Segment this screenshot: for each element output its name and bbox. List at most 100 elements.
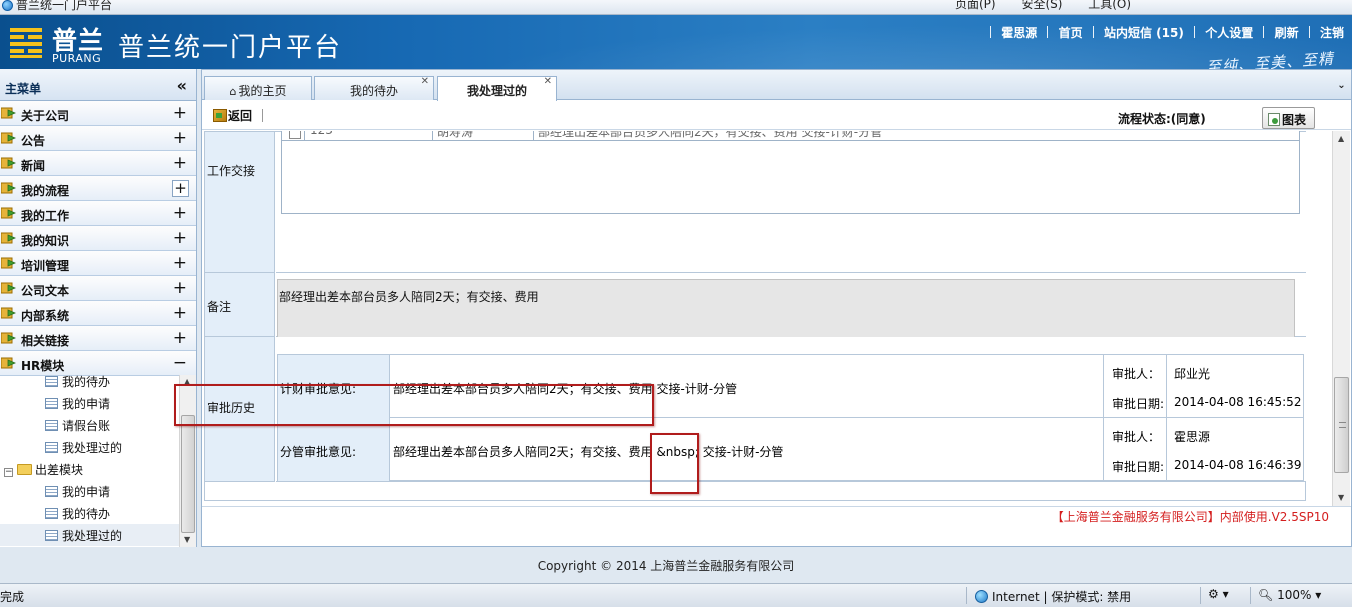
expand-icon[interactable]: + — [173, 327, 187, 349]
content-scrollbar[interactable]: ▲ ▼ — [1332, 131, 1350, 506]
expand-icon[interactable]: + — [173, 277, 187, 299]
tab-overflow-chevron-icon[interactable]: ⌄ — [1335, 79, 1348, 92]
logout-link[interactable]: 注销 — [1320, 26, 1344, 40]
tree-item[interactable]: 我的待办 — [0, 375, 179, 392]
sidebar-item[interactable]: 公告 + — [0, 126, 196, 151]
tree-item-label: 我处理过的 — [62, 441, 123, 455]
tab-my-todo[interactable]: 我的待办 ✕ — [314, 76, 434, 100]
scroll-down-icon[interactable]: ▼ — [1338, 493, 1344, 502]
history-label: 分管审批意见: — [280, 445, 357, 459]
double-chevron-left-icon[interactable]: « — [177, 76, 187, 95]
sidebar-item[interactable]: 公司文本 + — [0, 276, 196, 301]
list-doc-icon — [45, 486, 58, 497]
history-opinion: 部经理出差本部台员多人陪同2天；有交接、费用 &nbsp; 交接-计财-分管 — [393, 445, 784, 459]
messages-link[interactable]: 站内短信 (15) — [1104, 26, 1184, 40]
collapse-icon[interactable]: − — [4, 468, 13, 477]
tree-scroll-thumb[interactable] — [181, 415, 195, 533]
tree-item[interactable]: 我处理过的 — [0, 524, 179, 546]
tree-item-label: 我的待办 — [62, 507, 111, 521]
scroll-up-icon[interactable]: ▲ — [1338, 134, 1344, 143]
sidebar-menu: 关于公司 + 公告 + 新闻 + 我的流程 + 我的工作 + 我的知识 + 培训管理 + 公司文本 + 内部系统… — [0, 101, 196, 376]
settings-link[interactable]: 个人设置 — [1205, 26, 1253, 40]
status-text: 完成 — [0, 590, 25, 604]
globe-icon — [975, 590, 988, 603]
scroll-down-icon[interactable]: ▼ — [184, 535, 190, 544]
browser-menu-tools[interactable]: 工具(O) — [1088, 0, 1131, 11]
sidebar-item-label: 我的工作 — [21, 209, 70, 223]
sidebar-item[interactable]: 我的工作 + — [0, 201, 196, 226]
company-logo-icon — [10, 28, 42, 58]
expand-icon[interactable]: + — [173, 127, 187, 149]
sidebar-item[interactable]: HR模块 − — [0, 351, 196, 376]
list-doc-icon — [45, 508, 58, 519]
handover-list: 123 胡寿涛 部经理出差本部台员多人陪同2天，有交接、费用 交接-计财-分管 — [281, 131, 1300, 214]
home-link[interactable]: 首页 — [1059, 26, 1083, 40]
approver-name: 霍思源 — [1174, 430, 1211, 444]
tree-item-label: 我的待办 — [62, 375, 111, 389]
sidebar: 主菜单 « 关于公司 + 公告 + 新闻 + 我的流程 + 我的工作 + 我的知识 + 培训管理 + 公司文… — [0, 69, 197, 547]
protected-mode-icon[interactable]: ⚙ ▾ — [1208, 587, 1229, 601]
sidebar-item-label: 我的流程 — [21, 184, 70, 198]
refresh-link[interactable]: 刷新 — [1275, 26, 1299, 40]
close-icon[interactable]: ✕ — [421, 76, 429, 87]
sidebar-item[interactable]: 培训管理 + — [0, 251, 196, 276]
browser-menu-page[interactable]: 页面(P) — [955, 0, 996, 11]
zoom-control[interactable]: 🔍︎ 100% ▾ — [1258, 588, 1321, 602]
sidebar-item[interactable]: 关于公司 + — [0, 101, 196, 126]
sidebar-header: 主菜单 « — [0, 69, 196, 101]
row-checkbox[interactable] — [289, 131, 301, 139]
tree-item[interactable]: 我处理过的 — [0, 436, 179, 458]
tree-item[interactable]: 我的申请 — [0, 480, 179, 502]
sidebar-item-label: 公告 — [21, 134, 46, 148]
expand-icon[interactable]: + — [172, 180, 189, 197]
sidebar-item-label: 公司文本 — [21, 284, 70, 298]
close-icon[interactable]: ✕ — [544, 76, 552, 87]
browser-menus: 页面(P) 安全(S) 工具(O) — [955, 0, 1153, 12]
sidebar-item[interactable]: 新闻 + — [0, 151, 196, 176]
tree-item[interactable]: 我的申请 — [0, 392, 179, 414]
sidebar-item[interactable]: 我的流程 + — [0, 176, 196, 201]
expand-icon[interactable]: + — [173, 302, 187, 324]
sidebar-item-label: HR模块 — [21, 359, 65, 373]
expand-icon[interactable]: + — [173, 102, 187, 124]
folder-arrow-icon — [1, 182, 16, 194]
content-scroll-thumb[interactable] — [1334, 377, 1349, 473]
chart-icon — [1268, 113, 1280, 126]
remark-textarea[interactable]: 部经理出差本部台员多人陪同2天；有交接、费用 — [277, 279, 1295, 339]
expand-icon[interactable]: + — [173, 227, 187, 249]
flow-status: 流程状态:(同意) — [1118, 112, 1206, 126]
approval-date: 2014-04-08 16:46:39 — [1174, 458, 1302, 472]
back-button[interactable]: 返回 — [213, 107, 252, 124]
folder-arrow-icon — [1, 157, 16, 169]
sidebar-item[interactable]: 我的知识 + — [0, 226, 196, 251]
app-title: 普兰统一门户平台 — [118, 33, 343, 63]
collapse-icon[interactable]: − — [173, 352, 187, 374]
tab-bar: ⌂ 我的主页 我的待办 ✕ 我处理过的 ✕ ⌄ — [202, 70, 1351, 101]
browser-status-bar: 完成 Internet | 保护模式: 禁用 ⚙ ▾ 🔍︎ 100% ▾ — [0, 583, 1352, 607]
list-doc-icon — [45, 442, 58, 453]
tab-processed[interactable]: 我处理过的 ✕ — [437, 76, 557, 101]
tree-item[interactable]: 我的待办 — [0, 502, 179, 524]
browser-menu-security[interactable]: 安全(S) — [1021, 0, 1062, 11]
home-icon: ⌂ — [229, 85, 237, 98]
form-content: 工作交接 123 胡寿涛 部经理出差本部台员多人陪同2天，有交接、费用 交接-计… — [174, 131, 1332, 506]
sidebar-item[interactable]: 内部系统 + — [0, 301, 196, 326]
expand-icon[interactable]: + — [173, 252, 187, 274]
chart-button[interactable]: 图表 — [1262, 107, 1315, 129]
hr-module-tree: 我的待办 我的申请 请假台账 我处理过的 − 出差模块 我的申请 我的待办 我处理过的 — [0, 375, 180, 547]
folder-icon — [17, 464, 32, 475]
remark-label-cell: 备注 — [205, 273, 275, 337]
sidebar-item[interactable]: 相关链接 + — [0, 326, 196, 351]
expand-icon[interactable]: + — [173, 202, 187, 224]
user-name-link[interactable]: 霍思源 — [1001, 26, 1037, 40]
tree-item[interactable]: 请假台账 — [0, 414, 179, 436]
tree-folder[interactable]: − 出差模块 — [0, 458, 179, 480]
folder-arrow-icon — [1, 357, 16, 369]
security-zone[interactable]: Internet | 保护模式: 禁用 — [975, 588, 1131, 605]
zoom-icon: 🔍︎ — [1258, 588, 1274, 602]
expand-icon[interactable]: + — [173, 152, 187, 174]
sidebar-item-label: 内部系统 — [21, 309, 70, 323]
folder-arrow-icon — [1, 132, 16, 144]
toolbar: 返回 流程状态:(同意) 图表 — [202, 101, 1351, 130]
tab-home[interactable]: ⌂ 我的主页 — [204, 76, 312, 100]
